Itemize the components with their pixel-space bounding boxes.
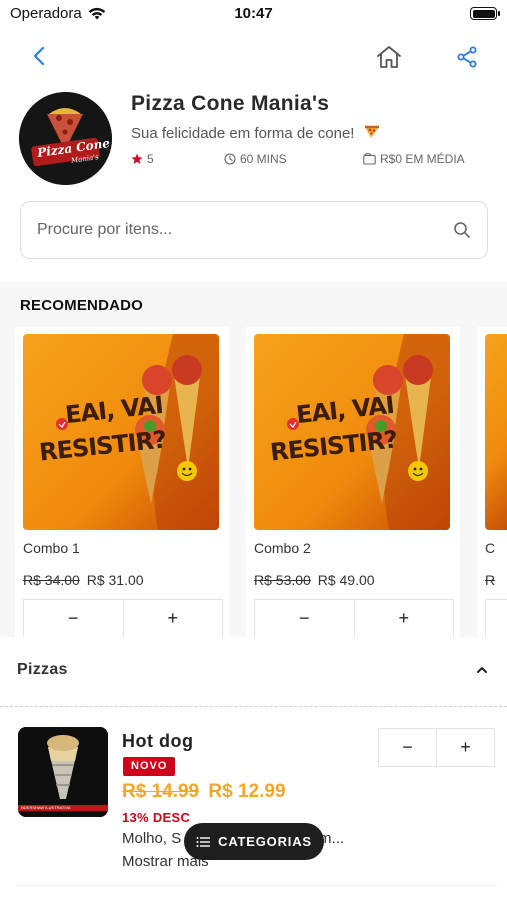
categories-button[interactable]: CATEGORIAS [184, 823, 324, 860]
battery-icon [470, 7, 500, 20]
combo-old-price: R$ 34.00 [23, 572, 80, 588]
chevron-up-icon[interactable] [475, 663, 489, 677]
combo-price: R$ 31.00 [86, 572, 144, 588]
delivery-time-value: 60 MINS [240, 152, 287, 166]
decrease-button[interactable]: − [24, 600, 123, 637]
share-icon[interactable] [455, 45, 479, 69]
search-icon[interactable] [453, 221, 471, 239]
section-divider [0, 706, 507, 707]
product-quantity-stepper: − + [378, 728, 495, 767]
clock-time: 10:47 [234, 5, 273, 22]
combo-old-price: R [485, 572, 496, 588]
clock-icon [224, 153, 236, 165]
category-header[interactable]: Pizzas [0, 637, 507, 705]
increase-button[interactable]: + [122, 600, 223, 637]
combo-name: Combo 2 [254, 540, 311, 556]
increase-button[interactable]: + [353, 600, 454, 637]
combo-prices: R$ 34.00 R$ 31.00 [23, 572, 144, 588]
category-title: Pizzas [17, 661, 68, 678]
new-badge: NOVO [123, 757, 176, 776]
search-box[interactable] [20, 201, 488, 259]
categories-label: CATEGORIAS [218, 834, 312, 849]
average-price-value: R$0 EM MÉDIA [380, 152, 465, 166]
combo-old-price: R$ 53.00 [254, 572, 311, 588]
combo-price: R$ 49.00 [317, 572, 375, 588]
combo-card[interactable]: C R [477, 327, 507, 637]
description-start: Molho, S [122, 830, 182, 847]
combo-prices: R [485, 572, 498, 588]
product-price: R$ 12.99 [208, 781, 286, 802]
list-icon [196, 836, 211, 847]
section-title-recommended: RECOMENDADO [20, 297, 144, 314]
increase-button[interactable]: + [436, 729, 494, 766]
back-arrow-icon[interactable] [28, 44, 52, 68]
combo-card[interactable]: EAI, VAI RESISTIR? Combo 2 R$ 53.00 R$ 4… [246, 327, 460, 637]
store-tagline: Sua felicidade em forma de cone! [131, 125, 381, 142]
wallet-icon [363, 153, 376, 165]
quantity-stepper [485, 599, 507, 637]
combo-image: EAI, VAI RESISTIR? [23, 334, 219, 530]
product-image[interactable]: NDERSHAW ILUSTRATIVA [18, 727, 108, 817]
recommended-section: RECOMENDADO EAI, VAI RESISTIR? Combo 1 R… [0, 282, 507, 637]
item-divider [17, 885, 497, 886]
combo-name: Combo 1 [23, 540, 80, 556]
average-price: R$0 EM MÉDIA [363, 152, 465, 166]
product-old-price: R$ 14.99 [122, 781, 200, 802]
image-caption: NDERSHAW ILUSTRATIVA [21, 805, 71, 810]
store-name: Pizza Cone Mania's [131, 92, 330, 115]
decrease-button[interactable]: − [379, 729, 436, 766]
status-bar: Operadora 10:47 [0, 0, 507, 30]
decrease-button[interactable]: − [255, 600, 354, 637]
combo-prices: R$ 53.00 R$ 49.00 [254, 572, 375, 588]
rating-value: 5 [147, 152, 154, 166]
pizza-slice-icon [364, 125, 379, 138]
tagline-text: Sua felicidade em forma de cone! [131, 125, 355, 142]
combo-card[interactable]: EAI, VAI RESISTIR? Combo 1 R$ 34.00 R$ 3… [15, 327, 229, 637]
store-logo: Pizza Cone Mania's [19, 92, 112, 185]
discount-label: 13% DESC [122, 810, 191, 825]
search-input[interactable] [37, 202, 437, 258]
combo-image [485, 334, 507, 530]
product-prices: R$ 14.99 R$ 12.99 [122, 781, 286, 803]
product-name: Hot dog [122, 731, 194, 751]
rating: 5 [131, 152, 154, 166]
home-icon[interactable] [375, 44, 403, 70]
combo-image: EAI, VAI RESISTIR? [254, 334, 450, 530]
delivery-time: 60 MINS [224, 152, 287, 166]
quantity-stepper: − + [254, 599, 454, 637]
quantity-stepper: − + [23, 599, 223, 637]
combo-name: C [485, 540, 496, 556]
star-icon [131, 153, 143, 164]
